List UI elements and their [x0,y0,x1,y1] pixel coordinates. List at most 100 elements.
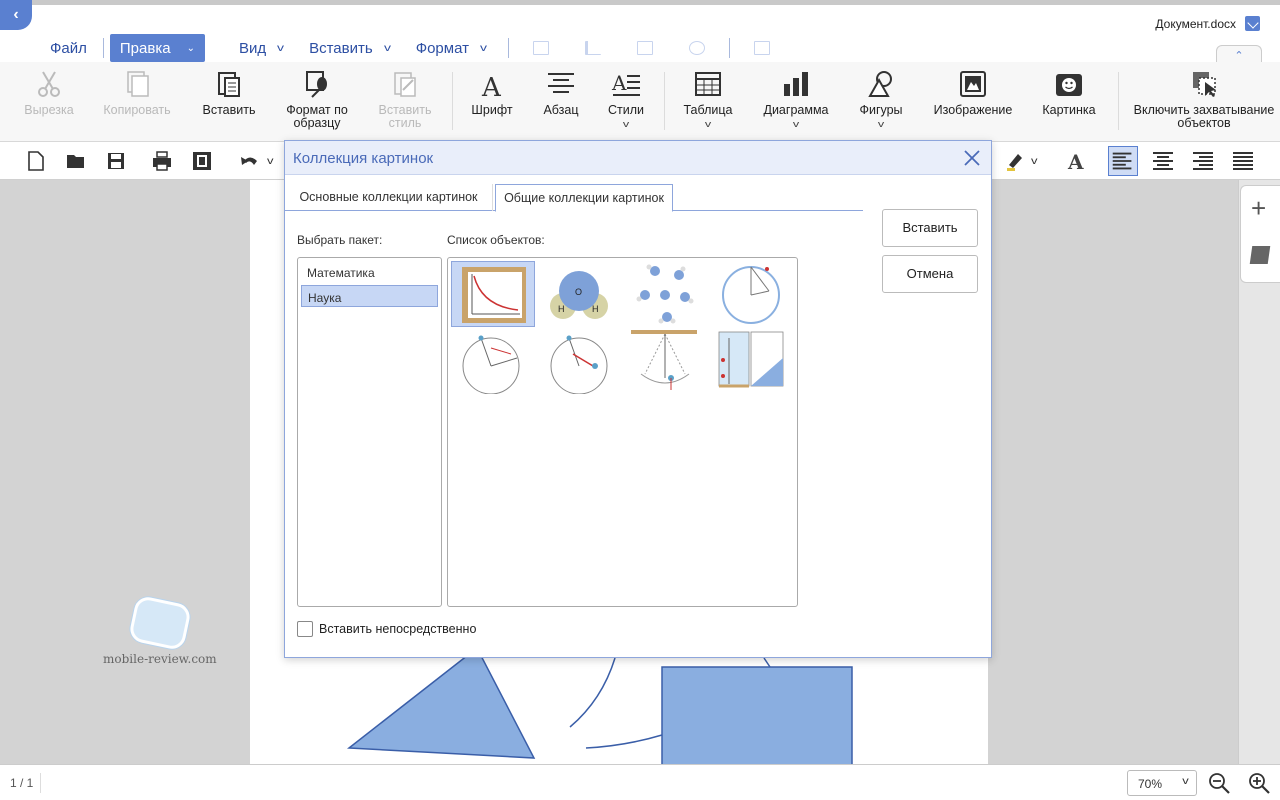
close-icon[interactable] [961,147,983,169]
open-folder-icon[interactable] [66,151,86,171]
picture-button[interactable]: Картинка [1038,70,1100,117]
capture-objects-button[interactable]: Включить захватывание объектов [1130,70,1278,130]
insert-directly-checkbox[interactable] [297,621,313,637]
align-left-button[interactable] [1108,146,1138,176]
connector-line[interactable] [585,734,663,749]
image-button[interactable]: Изображение [930,70,1016,117]
water-molecule-icon: OH H [550,271,608,319]
align-center-icon[interactable] [1152,151,1174,171]
package-item-math[interactable]: Математика [301,261,438,283]
font-button[interactable]: A Шрифт [466,70,518,117]
tab-basic-collections[interactable]: Основные коллекции картинок [285,184,493,211]
image-label: Изображение [933,103,1013,117]
font-label: Шрифт [471,103,513,117]
paste-style-button[interactable]: Вставить стиль [374,70,436,130]
text-color-icon[interactable]: A [1066,151,1086,171]
paste-style-label: Вставить стиль [378,103,432,130]
hydrogen-label: H [592,304,599,314]
edit-icon[interactable] [1245,16,1260,31]
tab-common-collections[interactable]: Общие коллекции картинок [495,184,673,212]
align-justify-icon[interactable] [1232,151,1254,171]
menu-divider [728,38,730,58]
package-item-science[interactable]: Наука [301,285,438,307]
new-document-icon[interactable] [26,151,46,171]
side-tools-tab: + [1240,185,1280,283]
add-icon[interactable]: + [1251,195,1266,221]
clipart-thumb[interactable] [537,328,621,395]
copy-button[interactable]: Копировать [102,70,172,117]
undo-icon[interactable] [240,151,260,171]
clipart-thumb[interactable] [451,261,535,327]
clipart-thumb[interactable] [623,261,707,327]
clipart-thumb[interactable] [623,328,707,394]
rectangle-shape[interactable] [661,666,853,764]
shapes-icon [868,71,892,97]
chevron-left-icon: ‹ [13,6,19,23]
svg-text:A: A [611,71,627,95]
print-icon[interactable] [152,151,172,171]
table-icon [695,72,721,96]
paragraph-button[interactable]: Абзац [536,70,586,117]
back-button[interactable]: ‹ [0,0,32,30]
clipart-thumb[interactable] [709,261,793,327]
status-divider [40,773,41,793]
watermark-logo [127,594,192,652]
curve-line[interactable] [569,657,616,728]
menu-format[interactable]: Формат [406,34,479,62]
menu-divider [507,38,509,58]
chevron-down-icon[interactable]: v [378,43,410,54]
chart-button[interactable]: Диаграмма v [758,70,834,131]
chevron-down-icon[interactable]: v [1031,156,1057,176]
bar-chart-icon [784,72,808,96]
annotate-icon[interactable] [1249,246,1271,264]
menu-file[interactable]: Файл [40,34,97,62]
image-icon [960,71,986,97]
format-painter-label: Формат по образцу [286,103,348,130]
pendulum-circle-icon [550,335,608,395]
shapes-button[interactable]: Фигуры v [854,70,908,131]
table-button[interactable]: Таблица v [680,70,736,131]
chevron-down-icon: v [704,119,712,129]
chevron-down-icon: v [1182,776,1189,787]
format-painter-button[interactable]: Формат по образцу [282,70,352,130]
clipart-thumb[interactable] [709,328,793,394]
paste-button[interactable]: Вставить [198,70,260,117]
circle-diagram-icon [722,266,780,324]
small-line[interactable] [763,657,771,668]
menu-edit[interactable]: Правка ⌄ [109,34,205,62]
chevron-down-icon[interactable]: v [271,43,303,54]
align-right-icon[interactable] [1192,151,1214,171]
svg-text:A: A [1067,151,1084,171]
ribbon-divider [1118,72,1119,130]
title-bar: ‹ Документ.docx Файл Правка ⌄ Вид v Встав… [0,0,1280,67]
table-tab-icon [532,41,549,55]
chevron-down-icon: v [877,119,885,129]
save-icon[interactable] [106,151,126,171]
chevron-down-icon[interactable]: v [474,43,506,54]
preview-icon[interactable] [192,151,212,171]
triangle-shape[interactable] [346,646,536,759]
chevron-down-icon: v [792,119,800,129]
clipart-thumb[interactable]: OH H [537,261,621,327]
menu-edit-label: Правка [119,39,171,57]
clipart-thumb[interactable] [451,328,535,395]
menu-insert[interactable]: Вставить [299,34,383,62]
menu-divider [102,38,104,58]
cancel-button[interactable]: Отмена [882,255,978,293]
scissors-icon [38,71,60,97]
styles-icon: A [611,71,640,96]
status-bar: 1 / 1 70% v [0,764,1280,800]
styles-button[interactable]: A Стили v [602,70,650,131]
zoom-in-icon[interactable] [1248,772,1270,794]
cut-button[interactable]: Вырезка [20,70,78,117]
table-label: Таблица [683,103,733,117]
zoom-out-icon[interactable] [1208,772,1230,794]
ribbon: Вырезка Копировать Вставить Формат по об… [0,62,1280,142]
insert-button[interactable]: Вставить [882,209,978,247]
menu-view[interactable]: Вид [229,34,276,62]
objects-grid: OH H [447,257,798,607]
shapes-tab-icon [688,41,705,55]
highlighter-icon[interactable] [1005,151,1025,171]
zoom-select[interactable]: 70% v [1127,770,1197,796]
select-package-label: Выбрать пакет: [297,233,383,247]
